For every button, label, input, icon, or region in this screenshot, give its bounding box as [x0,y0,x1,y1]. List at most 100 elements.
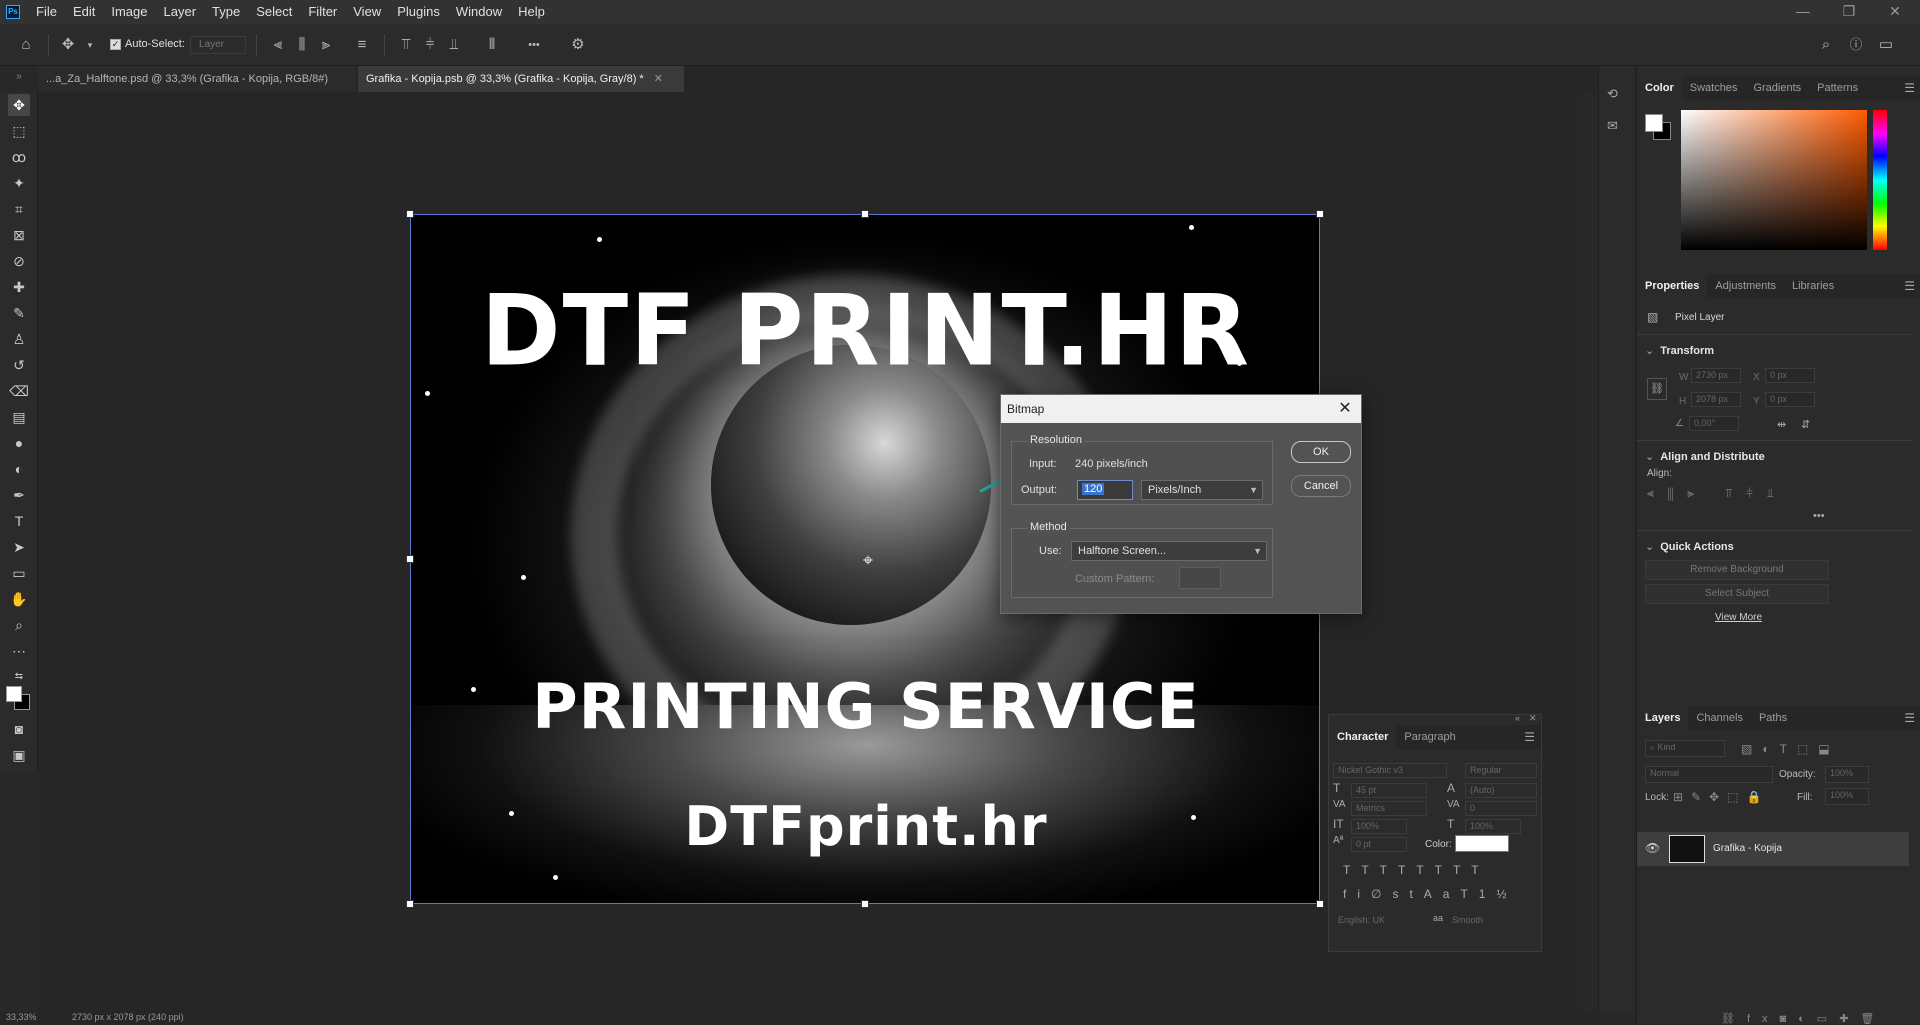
pen-tool-icon[interactable]: ✒ [8,484,30,506]
auto-select-target-dropdown[interactable]: Layer [190,36,246,54]
close-icon[interactable]: ✕ [1335,395,1355,423]
document-info[interactable]: 2730 px x 2078 px (240 ppi) [72,1012,184,1022]
transform-handle[interactable] [406,900,414,908]
dodge-tool-icon[interactable]: ◐ [8,458,30,480]
tab-gradients[interactable]: Gradients [1745,76,1809,100]
layer-filter-icons[interactable]: ▧◐T⬚⬓ [1741,742,1840,756]
blend-mode-dropdown[interactable]: Normal [1645,766,1773,783]
select-subject-button[interactable]: Select Subject [1645,584,1829,604]
blur-tool-icon[interactable]: ● [8,432,30,454]
close-icon[interactable]: ✕ [1529,713,1537,724]
menu-select[interactable]: Select [248,0,300,24]
font-size-field[interactable]: 45 pt [1351,783,1427,798]
leading-field[interactable]: (Auto) [1465,783,1537,798]
tab-adjustments[interactable]: Adjustments [1707,274,1784,298]
font-family-dropdown[interactable]: Nickel Gothic v3 [1333,763,1447,778]
panel-menu-icon[interactable]: ☰ [1904,274,1915,298]
remove-background-button[interactable]: Remove Background [1645,560,1829,580]
tab-layers[interactable]: Layers [1637,706,1689,730]
eraser-tool-icon[interactable]: ⌫ [8,380,30,402]
tracking-field[interactable]: 0 [1465,801,1537,816]
align-left-icon[interactable]: ⫷ [268,35,288,55]
layer-name[interactable]: Grafika - Kopija [1713,843,1782,854]
collapse-toolbar-icon[interactable]: » [8,66,30,88]
align-distribute-section[interactable]: ⌄ Align and Distribute [1645,450,1765,463]
fill-field[interactable]: 100% [1825,788,1869,805]
transform-section[interactable]: ⌄ Transform [1645,344,1714,357]
x-field[interactable]: 0 px [1765,368,1815,383]
collapse-icon[interactable]: « [1515,713,1520,723]
marquee-tool-icon[interactable]: ⬚ [8,120,30,142]
distribute-vertical-icon[interactable]: ⦀ [482,35,502,55]
transform-handle[interactable] [406,555,414,563]
tab-channels[interactable]: Channels [1688,706,1750,730]
gradient-tool-icon[interactable]: ▤ [8,406,30,428]
brush-tool-icon[interactable]: ✎ [8,302,30,324]
lock-icons[interactable]: ⊞✎✥⬚🔒 [1673,790,1769,804]
tab-patterns[interactable]: Patterns [1809,76,1866,100]
panel-menu-icon[interactable]: ☰ [1904,76,1915,100]
align-bottom-icon[interactable]: ⫫ [444,35,464,55]
opacity-field[interactable]: 100% [1825,766,1869,783]
type-tool-icon[interactable]: T [8,510,30,532]
gear-icon[interactable]: ⚙ [568,35,588,55]
crop-tool-icon[interactable]: ⌗ [8,198,30,220]
baseline-shift-field[interactable]: 0 pt [1351,837,1407,852]
menu-image[interactable]: Image [103,0,155,24]
align-middle-icon[interactable]: ⫩ [420,35,440,55]
vertical-scale-field[interactable]: 100% [1351,819,1407,834]
quick-mask-icon[interactable]: ◙ [8,718,30,740]
history-brush-icon[interactable]: ↺ [8,354,30,376]
align-right-icon[interactable]: ⫸ [316,35,336,55]
menu-window[interactable]: Window [448,0,510,24]
lasso-tool-icon[interactable]: ꝏ [8,146,30,168]
hand-tool-icon[interactable]: ✋ [8,588,30,610]
stamp-tool-icon[interactable]: ♙ [8,328,30,350]
history-icon[interactable]: ⟲ [1607,86,1618,102]
menu-edit[interactable]: Edit [65,0,103,24]
kerning-field[interactable]: Metrics [1351,801,1427,816]
auto-select-checkbox[interactable]: ✓ Auto-Select: [110,38,185,50]
foreground-color-swatch[interactable] [6,686,22,702]
close-tab-icon[interactable]: ✕ [654,73,663,85]
frame-tool-icon[interactable]: ⊠ [8,224,30,246]
opentype-buttons[interactable]: fi∅stAaT1½ [1343,887,1517,901]
more-options-icon[interactable]: ••• [524,35,544,55]
screen-mode-icon[interactable]: ▣ [8,744,30,766]
tab-swatches[interactable]: Swatches [1682,76,1746,100]
dialog-titlebar[interactable]: Bitmap ✕ [1001,395,1361,423]
swap-colors-icon[interactable]: ⇆ [8,666,30,688]
menu-plugins[interactable]: Plugins [389,0,448,24]
magic-wand-icon[interactable]: ✦ [8,172,30,194]
distribute-icon[interactable]: ≡ [352,35,372,55]
flip-horizontal-icon[interactable]: ⇹ [1777,418,1786,431]
healing-brush-icon[interactable]: ✚ [8,276,30,298]
foreground-color-swatch[interactable] [1645,114,1663,132]
restore-icon[interactable]: ❐ [1826,0,1872,24]
move-tool-icon[interactable]: ✥ [58,35,78,55]
home-icon[interactable]: ⌂ [16,35,36,55]
tab-grafika-document[interactable]: Grafika - Kopija.psb @ 33,3% (Grafika - … [358,66,684,92]
align-center-icon[interactable]: ⫼ [292,35,312,55]
height-field[interactable]: 2078 px [1691,392,1741,407]
panel-menu-icon[interactable]: ☰ [1904,706,1915,730]
menu-type[interactable]: Type [204,0,248,24]
tab-properties[interactable]: Properties [1637,274,1708,298]
panel-menu-icon[interactable]: ☰ [1524,725,1535,749]
layer-row[interactable]: 👁 Grafika - Kopija [1637,832,1909,866]
quick-actions-section[interactable]: ⌄ Quick Actions [1645,540,1734,553]
layer-filter-kind[interactable]: ⌕ Kind [1645,740,1725,757]
menu-view[interactable]: View [345,0,389,24]
move-tool-icon[interactable]: ✥ [8,94,30,116]
transform-handle[interactable] [406,210,414,218]
workspace-icon[interactable]: ▭ [1876,35,1896,55]
layer-footer-icons[interactable]: ⛓fx◙◐▭✚🗑 [1721,1012,1886,1025]
comments-icon[interactable]: ✉ [1607,118,1618,134]
search-icon[interactable]: ⌕ [1816,35,1836,55]
view-more-link[interactable]: View More [1715,612,1762,623]
rectangle-tool-icon[interactable]: ▭ [8,562,30,584]
menu-file[interactable]: File [28,0,65,24]
align-top-icon[interactable]: ⫪ [396,35,416,55]
menu-filter[interactable]: Filter [300,0,345,24]
more-options-icon[interactable]: ••• [1813,510,1825,522]
